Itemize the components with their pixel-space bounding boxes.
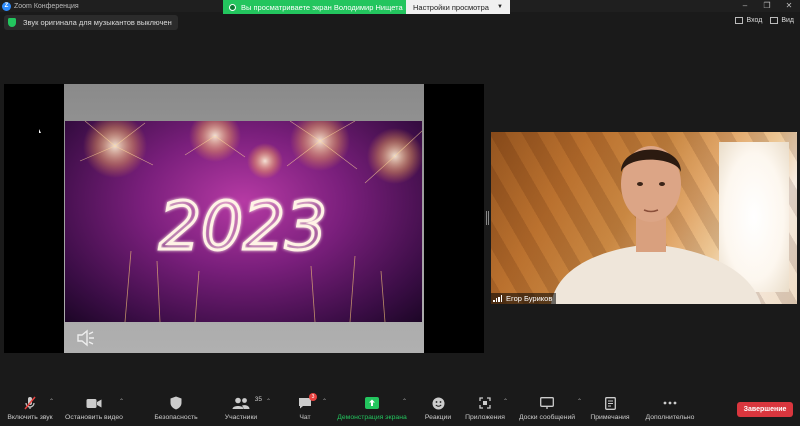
signal-bars-icon — [493, 295, 502, 302]
close-icon[interactable]: ✕ — [778, 0, 800, 12]
participant-name: Егор Буриков — [506, 294, 553, 303]
speaker-icon[interactable] — [76, 329, 96, 347]
maximize-icon[interactable]: ❐ — [756, 0, 778, 12]
zoom-logo-icon: Z — [2, 1, 11, 11]
chat-button[interactable]: 3 Чат — [293, 391, 317, 426]
stop-video-button[interactable]: Остановить видео — [63, 391, 125, 426]
participants-count: 35 — [254, 396, 262, 403]
meeting-toolbar: Включить звук ⌃ Остановить видео ⌃ Безоп… — [0, 391, 800, 426]
view-label: Вид — [781, 17, 794, 24]
share-screen-button[interactable]: Демонстрация экрана — [335, 391, 409, 426]
view-options-label: Настройки просмотра — [413, 2, 489, 12]
video-options-chevron-icon[interactable]: ⌃ — [119, 398, 124, 405]
participant-person-image — [551, 146, 761, 304]
year-text: 2023 — [159, 188, 327, 265]
sharing-banner: Вы просматриваете экран Володимир Нищета — [223, 0, 409, 14]
participant-video[interactable] — [491, 132, 797, 304]
top-right-controls: Вход Вид — [735, 17, 794, 24]
participants-button[interactable]: 35 Участники — [222, 391, 262, 426]
participants-icon: 35 — [232, 396, 262, 410]
view-button[interactable]: Вид — [770, 17, 794, 24]
apps-button[interactable]: Приложения — [460, 391, 510, 426]
enter-button[interactable]: Вход — [735, 17, 762, 24]
security-button[interactable]: Безопасность — [151, 391, 201, 426]
unmute-button[interactable]: Включить звук — [5, 391, 55, 426]
unmute-label: Включить звук — [7, 414, 53, 421]
apps-icon — [479, 396, 491, 410]
new-year-slide-image: 2023 — [65, 121, 422, 322]
enter-label: Вход — [746, 17, 763, 24]
video-camera-icon — [86, 396, 102, 410]
sharing-banner-text: Вы просматриваете экран Володимир Нищета — [241, 2, 403, 12]
shield-icon — [170, 396, 182, 410]
apps-label: Приложения — [465, 414, 505, 421]
end-meeting-button[interactable]: Завершение — [737, 402, 793, 417]
chat-label: Чат — [299, 414, 311, 421]
microphone-muted-icon — [23, 396, 37, 410]
sharing-indicator-icon — [229, 3, 236, 11]
notes-button[interactable]: Примечания — [586, 391, 634, 426]
participants-label: Участники — [224, 414, 258, 421]
share-options-chevron-icon[interactable]: ⌃ — [402, 398, 407, 405]
grid-view-icon — [770, 17, 779, 24]
mic-options-chevron-icon[interactable]: ⌃ — [49, 398, 54, 405]
stop-video-label: Остановить видео — [65, 414, 123, 421]
chat-unread-badge: 3 — [309, 393, 317, 401]
original-sound-notice-text: Звук оригинала для музыкантов выключен — [23, 18, 172, 27]
reaction-smiley-icon — [432, 396, 445, 410]
chevron-down-icon: ▼ — [496, 4, 503, 10]
apps-options-chevron-icon[interactable]: ⌃ — [503, 398, 508, 405]
chat-options-chevron-icon[interactable]: ⌃ — [322, 398, 327, 405]
whiteboards-options-chevron-icon[interactable]: ⌃ — [577, 398, 582, 405]
notes-icon — [604, 396, 616, 410]
whiteboards-button[interactable]: Доски сообщений — [516, 391, 578, 426]
notes-label: Примечания — [590, 414, 630, 421]
share-screen-label: Демонстрация экрана — [337, 414, 407, 421]
share-screen-icon — [365, 396, 379, 410]
security-label: Безопасность — [154, 414, 198, 421]
minimize-icon[interactable]: – — [734, 0, 756, 12]
participant-name-tag: Егор Буриков — [491, 293, 557, 304]
layout-icon — [735, 17, 744, 24]
more-label: Дополнительно — [645, 414, 695, 421]
whiteboards-label: Доски сообщений — [518, 414, 576, 421]
reactions-button[interactable]: Реакции — [421, 391, 455, 426]
reactions-label: Реакции — [424, 414, 452, 421]
shield-check-icon — [8, 18, 16, 27]
participants-options-chevron-icon[interactable]: ⌃ — [266, 398, 271, 405]
chat-icon: 3 — [298, 393, 317, 410]
whiteboard-icon — [540, 396, 554, 410]
window-title: Zoom Конференция — [14, 2, 79, 10]
more-dots-icon — [663, 396, 677, 410]
more-button[interactable]: Дополнительно — [642, 391, 698, 426]
panel-splitter-handle[interactable] — [486, 211, 489, 225]
window-controls: – ❐ ✕ — [734, 0, 800, 12]
fireworks-graphic: 2023 — [79, 121, 422, 322]
view-options-button[interactable]: Настройки просмотра ▼ — [406, 0, 510, 14]
mouse-cursor-icon — [39, 129, 41, 133]
original-sound-notice: Звук оригинала для музыкантов выключен — [4, 15, 178, 30]
